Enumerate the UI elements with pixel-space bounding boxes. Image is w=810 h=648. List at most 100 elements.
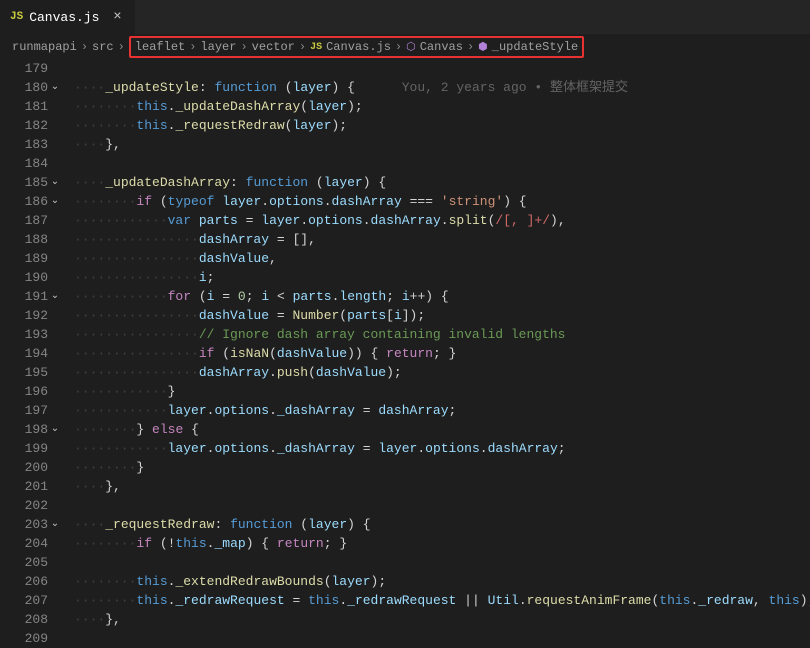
- gutter-line[interactable]: 180⌄: [0, 78, 62, 97]
- code-line[interactable]: ····},: [74, 610, 810, 629]
- gutter-line[interactable]: 182: [0, 116, 62, 135]
- code-line[interactable]: [74, 553, 810, 572]
- line-number: 189: [20, 249, 48, 268]
- tab-label: Canvas.js: [29, 10, 99, 25]
- line-number: 201: [20, 477, 48, 496]
- line-number: 183: [20, 135, 48, 154]
- gutter-line[interactable]: 184: [0, 154, 62, 173]
- crumb-layer[interactable]: layer: [200, 40, 236, 54]
- code-line[interactable]: ········if (!this._map) { return; }: [74, 534, 810, 553]
- code-line[interactable]: ····_updateDashArray: function (layer) {: [74, 173, 810, 192]
- code-line[interactable]: ············var parts = layer.options.da…: [74, 211, 810, 230]
- code-line[interactable]: ············layer.options._dashArray = l…: [74, 439, 810, 458]
- gutter-line[interactable]: 209: [0, 629, 62, 648]
- code-line[interactable]: ················dashValue,: [74, 249, 810, 268]
- gutter-line[interactable]: 192: [0, 306, 62, 325]
- crumb-method[interactable]: _updateStyle: [492, 40, 578, 54]
- gutter-line[interactable]: 197: [0, 401, 62, 420]
- tab-bar: JS Canvas.js ×: [0, 0, 810, 35]
- fold-icon[interactable]: ⌄: [48, 173, 62, 192]
- gutter: 179180⌄181182183184185⌄186⌄1871881891901…: [0, 59, 70, 638]
- tab-canvasjs[interactable]: JS Canvas.js ×: [0, 0, 136, 35]
- line-number: 194: [20, 344, 48, 363]
- code-line[interactable]: ····_updateStyle: function (layer) { You…: [74, 78, 810, 97]
- gutter-line[interactable]: 198⌄: [0, 420, 62, 439]
- crumb-file[interactable]: Canvas.js: [326, 40, 391, 54]
- fold-icon[interactable]: ⌄: [48, 287, 62, 306]
- crumb-leaflet[interactable]: leaflet: [135, 40, 185, 54]
- gutter-line[interactable]: 186⌄: [0, 192, 62, 211]
- crumb-vector[interactable]: vector: [252, 40, 295, 54]
- code-line[interactable]: ····},: [74, 135, 810, 154]
- code-line[interactable]: ········this._redrawRequest = this._redr…: [74, 591, 810, 610]
- gutter-line[interactable]: 200: [0, 458, 62, 477]
- gutter-line[interactable]: 191⌄: [0, 287, 62, 306]
- code-line[interactable]: ········this._extendRedrawBounds(layer);: [74, 572, 810, 591]
- gutter-line[interactable]: 185⌄: [0, 173, 62, 192]
- gutter-line[interactable]: 208: [0, 610, 62, 629]
- close-icon[interactable]: ×: [109, 9, 125, 25]
- gutter-line[interactable]: 181: [0, 97, 62, 116]
- line-number: 196: [20, 382, 48, 401]
- fold-icon[interactable]: ⌄: [48, 515, 62, 534]
- code-area[interactable]: ····_updateStyle: function (layer) { You…: [70, 59, 810, 638]
- code-line[interactable]: [74, 59, 810, 78]
- code-line[interactable]: ········if (typeof layer.options.dashArr…: [74, 192, 810, 211]
- gutter-line[interactable]: 190: [0, 268, 62, 287]
- code-line[interactable]: ················if (isNaN(dashValue)) { …: [74, 344, 810, 363]
- fold-icon[interactable]: ⌄: [48, 78, 62, 97]
- gutter-line[interactable]: 187: [0, 211, 62, 230]
- code-line[interactable]: ········this._requestRedraw(layer);: [74, 116, 810, 135]
- gutter-line[interactable]: 189: [0, 249, 62, 268]
- chevron-right-icon: ›: [467, 40, 474, 54]
- code-line[interactable]: ········}: [74, 458, 810, 477]
- crumb-src[interactable]: src: [92, 40, 114, 54]
- line-number: 195: [20, 363, 48, 382]
- js-file-icon: JS: [310, 42, 322, 53]
- gutter-line[interactable]: 207: [0, 591, 62, 610]
- gutter-line[interactable]: 183: [0, 135, 62, 154]
- gutter-line[interactable]: 201: [0, 477, 62, 496]
- code-line[interactable]: ········} else {: [74, 420, 810, 439]
- code-line[interactable]: ················// Ignore dash array con…: [74, 325, 810, 344]
- code-line[interactable]: ················i;: [74, 268, 810, 287]
- crumb-runmapapi[interactable]: runmapapi: [12, 40, 77, 54]
- gutter-line[interactable]: 195: [0, 363, 62, 382]
- code-line[interactable]: [74, 629, 810, 648]
- code-line[interactable]: ················dashArray.push(dashValue…: [74, 363, 810, 382]
- gutter-line[interactable]: 203⌄: [0, 515, 62, 534]
- gutter-line[interactable]: 196: [0, 382, 62, 401]
- fold-icon[interactable]: ⌄: [48, 420, 62, 439]
- fold-icon[interactable]: ⌄: [48, 192, 62, 211]
- gutter-line[interactable]: 193: [0, 325, 62, 344]
- chevron-right-icon: ›: [395, 40, 402, 54]
- line-number: 187: [20, 211, 48, 230]
- crumb-class[interactable]: Canvas: [420, 40, 463, 54]
- editor[interactable]: 179180⌄181182183184185⌄186⌄1871881891901…: [0, 59, 810, 638]
- gutter-line[interactable]: 194: [0, 344, 62, 363]
- gutter-line[interactable]: 205: [0, 553, 62, 572]
- gutter-line[interactable]: 202: [0, 496, 62, 515]
- code-line[interactable]: ············for (i = 0; i < parts.length…: [74, 287, 810, 306]
- line-number: 200: [20, 458, 48, 477]
- code-line[interactable]: ················dashValue = Number(parts…: [74, 306, 810, 325]
- code-line[interactable]: [74, 496, 810, 515]
- gutter-line[interactable]: 188: [0, 230, 62, 249]
- code-line[interactable]: ············}: [74, 382, 810, 401]
- gutter-line[interactable]: 199: [0, 439, 62, 458]
- line-number: 182: [20, 116, 48, 135]
- code-line[interactable]: ····},: [74, 477, 810, 496]
- line-number: 202: [20, 496, 48, 515]
- line-number: 184: [20, 154, 48, 173]
- breadcrumb: runmapapi › src › leaflet › layer › vect…: [0, 35, 810, 59]
- code-line[interactable]: ················dashArray = [],: [74, 230, 810, 249]
- code-line[interactable]: [74, 154, 810, 173]
- gutter-line[interactable]: 179: [0, 59, 62, 78]
- code-line[interactable]: ····_requestRedraw: function (layer) {: [74, 515, 810, 534]
- code-line[interactable]: ············layer.options._dashArray = d…: [74, 401, 810, 420]
- gutter-line[interactable]: 206: [0, 572, 62, 591]
- gutter-line[interactable]: 204: [0, 534, 62, 553]
- line-number: 180: [20, 78, 48, 97]
- code-line[interactable]: ········this._updateDashArray(layer);: [74, 97, 810, 116]
- line-number: 199: [20, 439, 48, 458]
